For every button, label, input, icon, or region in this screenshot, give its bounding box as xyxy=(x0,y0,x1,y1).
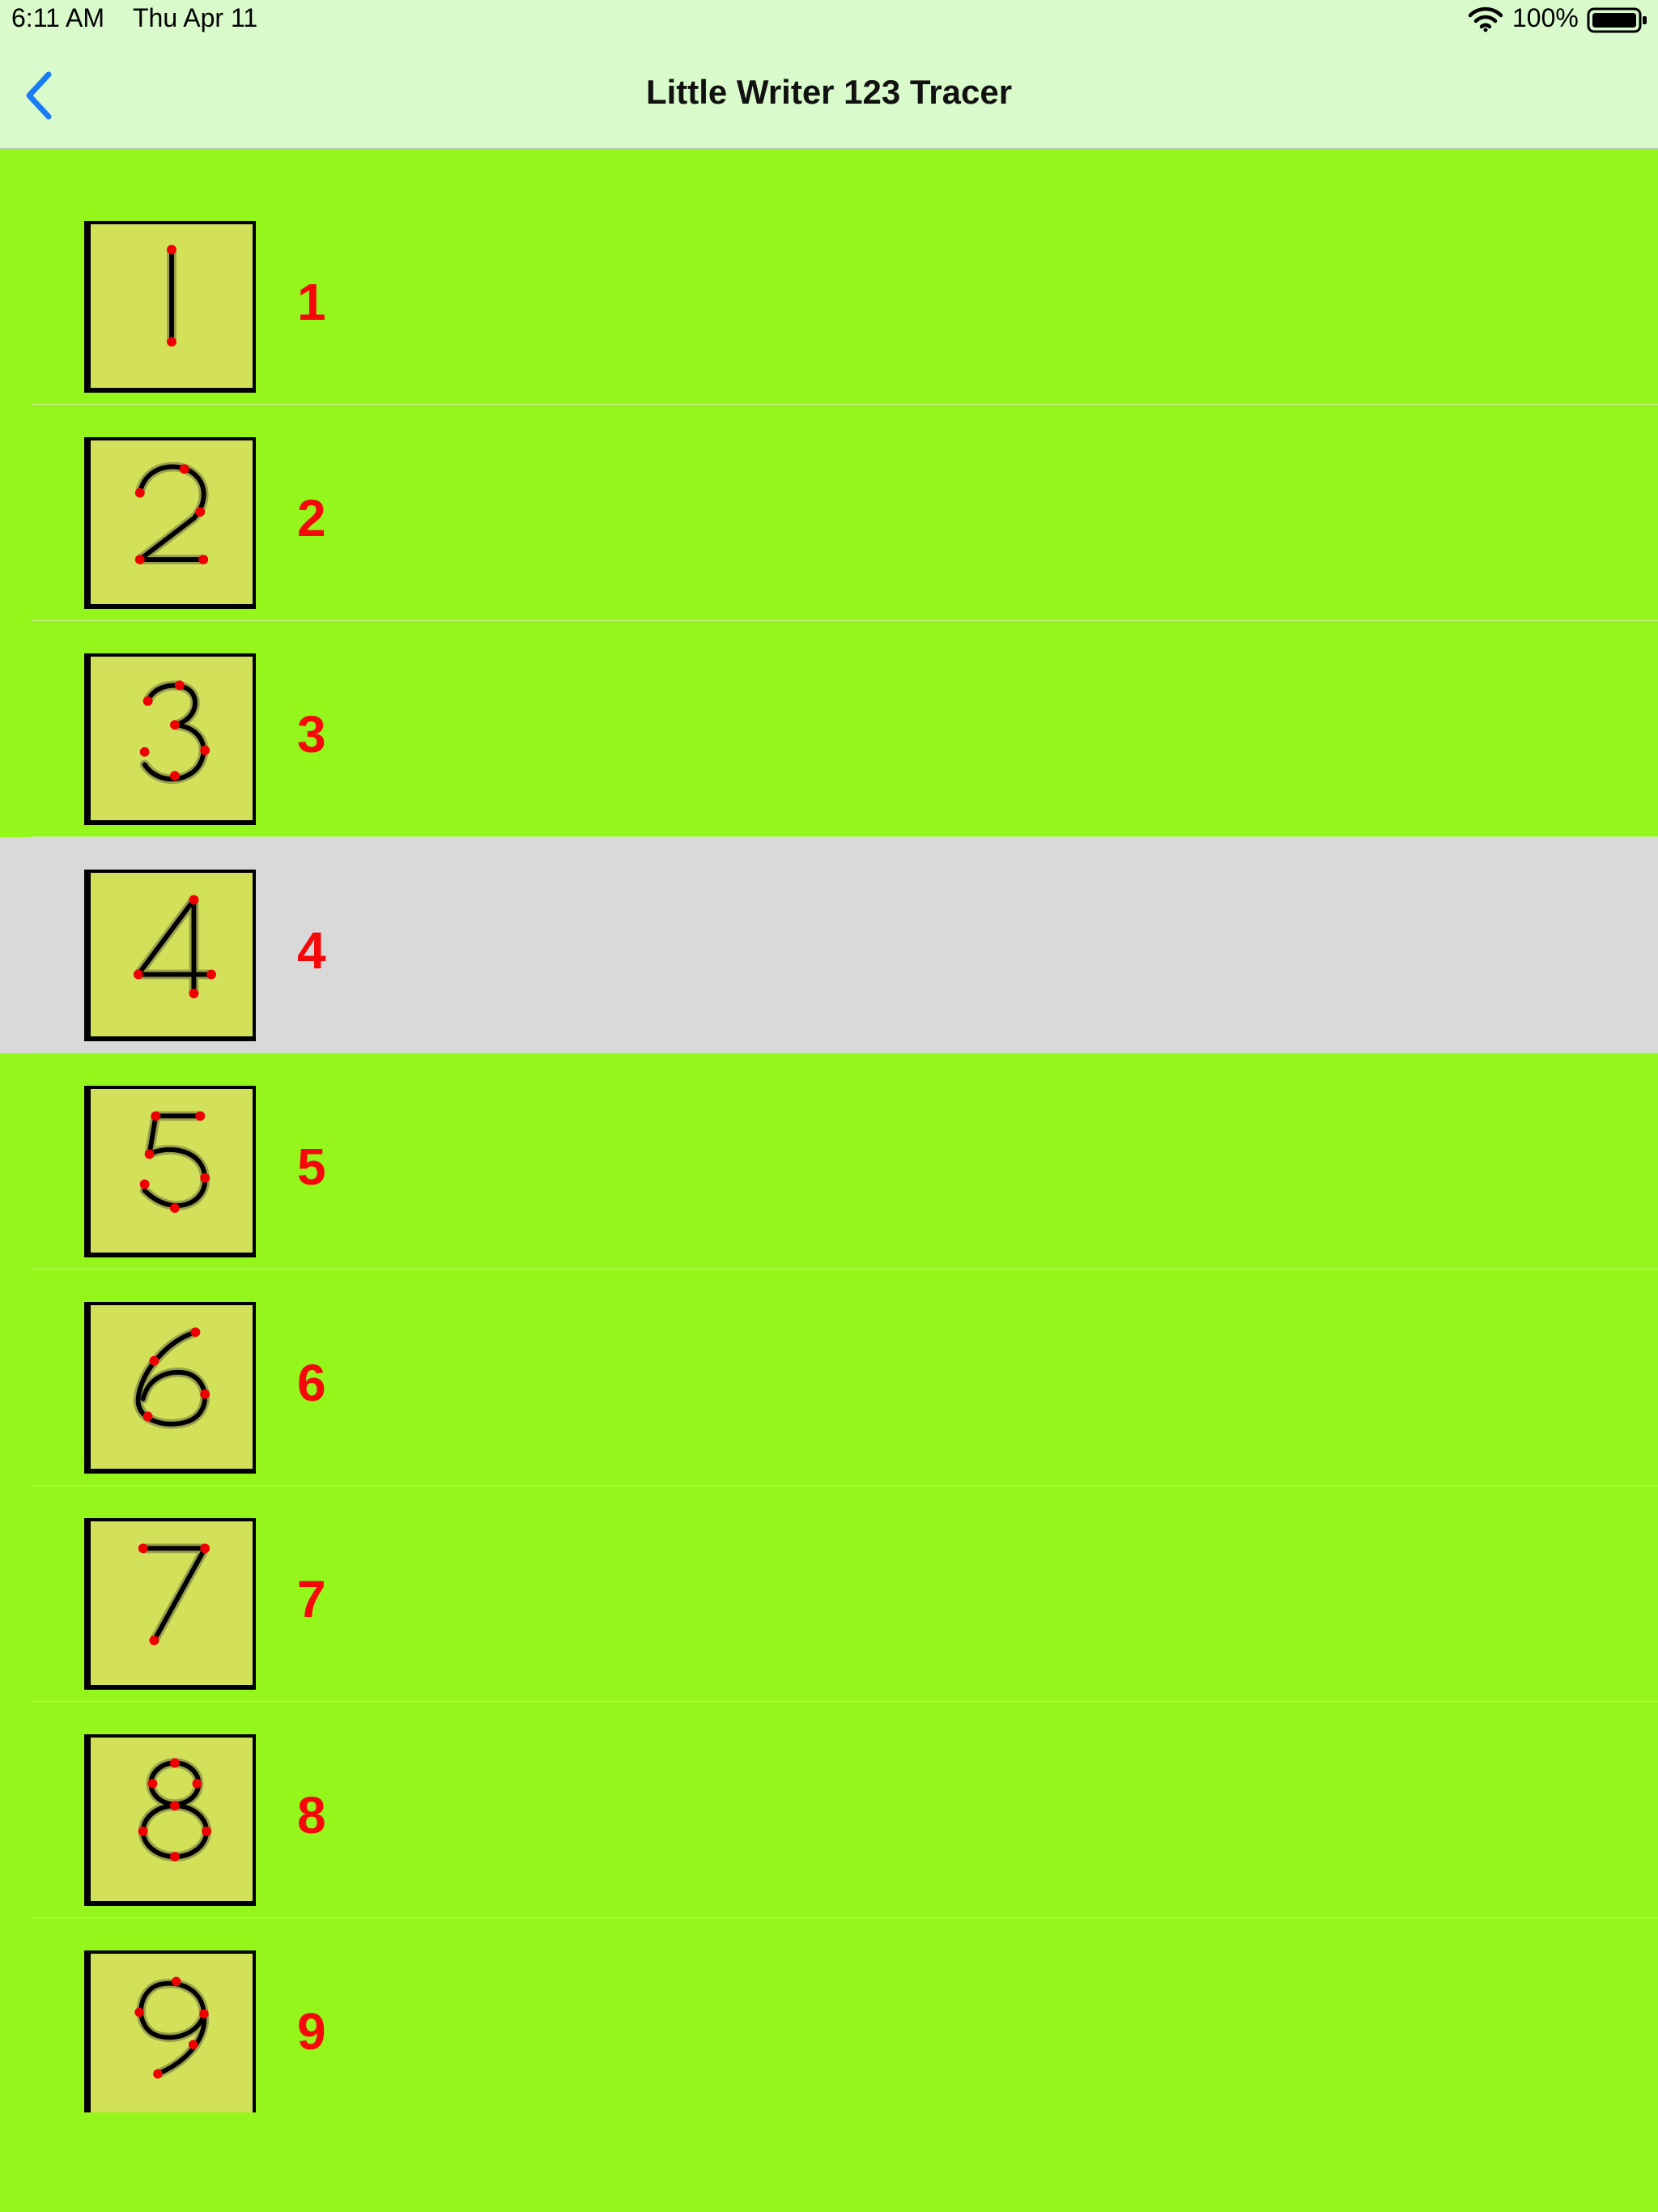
trace-two-icon xyxy=(134,462,209,564)
number-tile-image xyxy=(84,1518,256,1690)
row-label: 1 xyxy=(297,273,326,331)
list-item[interactable]: 7 xyxy=(0,1486,1658,1703)
number-tile-image xyxy=(84,1086,256,1257)
list-item[interactable]: 4 xyxy=(0,837,1658,1054)
list-item[interactable]: 1 xyxy=(0,189,1658,406)
status-bar: 6:11 AM Thu Apr 11 100% xyxy=(0,0,1658,39)
status-time: 6:11 AM xyxy=(11,3,105,32)
row-label: 4 xyxy=(297,921,326,980)
number-tile-image xyxy=(84,221,256,393)
wifi-icon xyxy=(1468,6,1503,32)
number-tile-image xyxy=(84,653,256,825)
row-label: 3 xyxy=(297,705,326,764)
battery-icon xyxy=(1587,6,1648,34)
trace-one-icon xyxy=(167,245,176,347)
number-tile-image xyxy=(84,437,256,609)
number-tile-image xyxy=(84,1950,256,2112)
trace-three-icon xyxy=(139,680,210,785)
trace-six-icon xyxy=(133,1327,210,1429)
row-label: 6 xyxy=(297,1354,326,1412)
row-label: 7 xyxy=(297,1570,326,1628)
trace-four-icon xyxy=(133,895,216,998)
row-label: 9 xyxy=(297,2002,326,2061)
row-label: 8 xyxy=(297,1786,326,1844)
number-tile-image xyxy=(84,1734,256,1906)
list-item[interactable]: 2 xyxy=(0,405,1658,622)
list-item[interactable]: 6 xyxy=(0,1270,1658,1487)
list-item[interactable]: 9 xyxy=(0,1918,1658,2134)
trace-eight-icon xyxy=(138,1758,212,1861)
number-tile-image xyxy=(84,1302,256,1474)
number-tile-image xyxy=(84,870,256,1041)
list-item[interactable]: 3 xyxy=(0,621,1658,838)
top-bar: 6:11 AM Thu Apr 11 100% Little Writer 12… xyxy=(0,0,1658,150)
trace-five-icon xyxy=(139,1111,210,1213)
navigation-bar: Little Writer 123 Tracer xyxy=(0,39,1658,150)
trace-seven-icon xyxy=(138,1543,210,1645)
row-label: 2 xyxy=(297,489,326,547)
row-label: 5 xyxy=(297,1138,326,1196)
status-date: Thu Apr 11 xyxy=(133,3,258,32)
page-title: Little Writer 123 Tracer xyxy=(645,73,1013,111)
battery-percent: 100% xyxy=(1512,3,1579,32)
list-item[interactable]: 5 xyxy=(0,1053,1658,1270)
number-list: 1 2 3 4 5 6 7 8 9 xyxy=(0,189,1658,2134)
trace-nine-icon xyxy=(134,1976,210,2079)
list-item[interactable]: 8 xyxy=(0,1702,1658,1919)
